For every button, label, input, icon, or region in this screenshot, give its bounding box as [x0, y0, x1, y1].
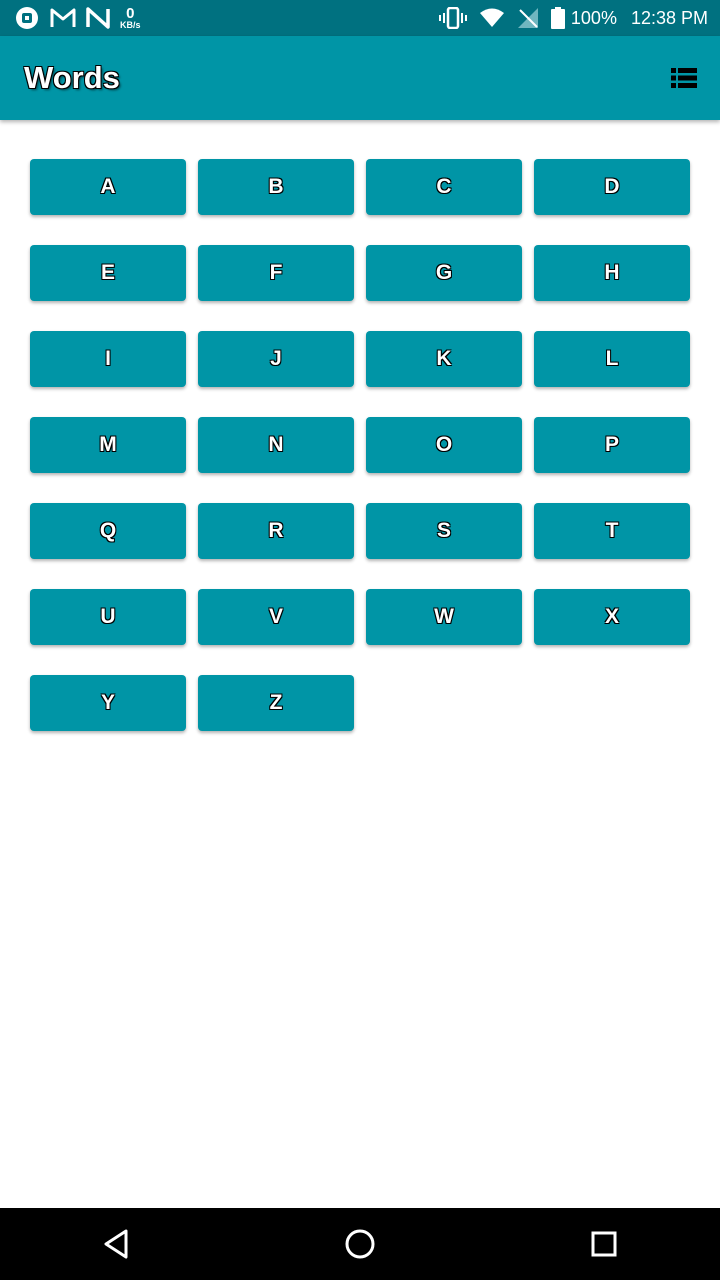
- letter-grid: A B C D E F G H I J K L M N O P Q R S T …: [30, 159, 690, 731]
- status-right: 100% 12:38 PM: [427, 0, 708, 36]
- letter-button-i[interactable]: I: [30, 331, 186, 387]
- letter-button-z[interactable]: Z: [198, 675, 354, 731]
- no-sim-icon: [517, 7, 539, 29]
- letter-button-q[interactable]: Q: [30, 503, 186, 559]
- vpn-app-icon: [14, 5, 40, 31]
- letter-button-h[interactable]: H: [534, 245, 690, 301]
- recents-button[interactable]: [584, 1224, 624, 1264]
- letter-button-g[interactable]: G: [366, 245, 522, 301]
- letter-button-t[interactable]: T: [534, 503, 690, 559]
- app-bar: Words: [0, 36, 720, 120]
- recents-icon: [591, 1231, 617, 1257]
- letter-button-j[interactable]: J: [198, 331, 354, 387]
- letter-button-d[interactable]: D: [534, 159, 690, 215]
- letter-button-o[interactable]: O: [366, 417, 522, 473]
- status-bar: 0 KB/s 100% 12:38 PM: [0, 0, 720, 36]
- letter-button-l[interactable]: L: [534, 331, 690, 387]
- wifi-icon: [479, 8, 505, 28]
- letter-button-a[interactable]: A: [30, 159, 186, 215]
- letter-button-c[interactable]: C: [366, 159, 522, 215]
- gmail-icon: [50, 7, 76, 29]
- letter-button-w[interactable]: W: [366, 589, 522, 645]
- view-list-button[interactable]: [670, 64, 698, 92]
- letter-button-k[interactable]: K: [366, 331, 522, 387]
- home-button[interactable]: [340, 1224, 380, 1264]
- letter-button-y[interactable]: Y: [30, 675, 186, 731]
- network-speed-value: 0: [126, 5, 135, 22]
- letter-button-x[interactable]: X: [534, 589, 690, 645]
- letter-button-e[interactable]: E: [30, 245, 186, 301]
- letter-button-n[interactable]: N: [198, 417, 354, 473]
- back-button[interactable]: [96, 1224, 136, 1264]
- letter-button-v[interactable]: V: [198, 589, 354, 645]
- network-speed-unit: KB/s: [120, 20, 141, 30]
- view-list-icon: [671, 68, 697, 88]
- vibrate-icon: [438, 7, 467, 29]
- letter-button-p[interactable]: P: [534, 417, 690, 473]
- status-left: 0 KB/s: [14, 0, 141, 36]
- letter-button-s[interactable]: S: [366, 503, 522, 559]
- letter-button-m[interactable]: M: [30, 417, 186, 473]
- letter-button-f[interactable]: F: [198, 245, 354, 301]
- letter-button-u[interactable]: U: [30, 589, 186, 645]
- app-title: Words: [24, 60, 120, 95]
- battery-icon: [550, 7, 565, 29]
- home-icon: [345, 1229, 375, 1259]
- n-app-icon: [86, 7, 110, 29]
- back-icon: [104, 1229, 128, 1259]
- battery-percent: 100%: [570, 7, 617, 28]
- network-speed: 0 KB/s: [120, 6, 141, 30]
- clock: 12:38 PM: [630, 7, 708, 28]
- letter-button-r[interactable]: R: [198, 503, 354, 559]
- letter-button-b[interactable]: B: [198, 159, 354, 215]
- navigation-bar: [0, 1208, 720, 1280]
